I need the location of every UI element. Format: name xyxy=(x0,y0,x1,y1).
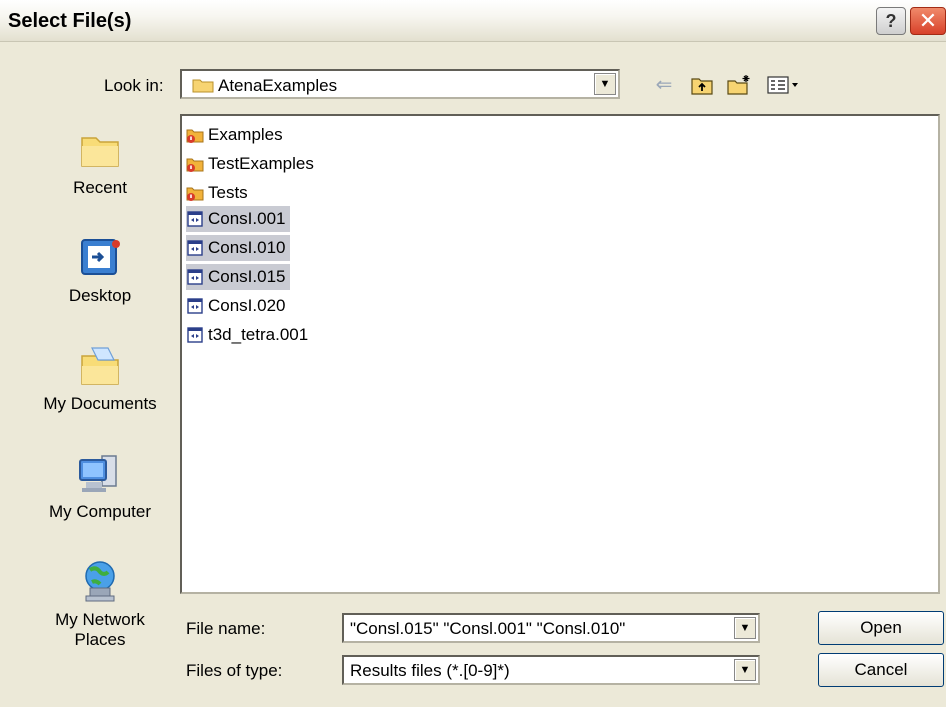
list-item[interactable]: ConsI.015 xyxy=(186,264,290,290)
list-item[interactable]: ConsI.020 xyxy=(186,293,290,319)
file-name-field[interactable]: "Consl.015" "Consl.001" "Consl.010" ▼ xyxy=(342,613,760,643)
result-file-icon xyxy=(187,240,203,256)
look-in-dropdown[interactable]: AtenaExamples ▼ xyxy=(180,69,620,99)
my-documents-icon xyxy=(81,347,119,385)
my-computer-icon xyxy=(79,455,117,492)
window-title: Select File(s) xyxy=(8,10,132,32)
file-type-value: Results files (*.[0-9]*) xyxy=(350,661,510,680)
file-name: t3d_tetra.001 xyxy=(208,325,309,344)
close-icon: ✕ xyxy=(918,8,938,33)
back-arrow-icon[interactable]: ⇐ xyxy=(652,74,676,96)
cancel-button[interactable]: Cancel xyxy=(818,653,944,687)
result-file-icon xyxy=(187,298,203,314)
list-item[interactable]: Examples xyxy=(186,122,287,148)
file-name-value: "Consl.015" "Consl.001" "Consl.010" xyxy=(350,619,626,638)
list-item[interactable]: TestExamples xyxy=(186,151,318,177)
up-folder-icon[interactable] xyxy=(690,74,714,96)
file-name: ConsI.010 xyxy=(208,238,286,257)
file-type-label: Files of type: xyxy=(186,661,283,680)
place-label: Recent xyxy=(73,178,127,197)
place-recent[interactable]: Recent xyxy=(30,126,170,198)
place-label: My Documents xyxy=(43,394,157,413)
look-in-value: AtenaExamples xyxy=(218,76,338,95)
result-file-icon xyxy=(187,211,203,227)
list-item[interactable]: ConsI.010 xyxy=(186,235,290,261)
chevron-down-icon[interactable]: ▼ xyxy=(734,617,756,639)
place-label: My Network Places xyxy=(55,610,145,649)
place-my-documents[interactable]: My Documents xyxy=(30,342,170,414)
file-type-dropdown[interactable]: Results files (*.[0-9]*) ▼ xyxy=(342,655,760,685)
look-in-label: Look in: xyxy=(104,76,164,95)
list-item[interactable]: ConsI.001 xyxy=(186,206,290,232)
new-folder-icon[interactable] xyxy=(726,74,752,96)
recent-folder-icon xyxy=(81,137,119,167)
desktop-icon xyxy=(81,239,120,275)
file-name: ConsI.001 xyxy=(208,209,286,228)
network-places-icon xyxy=(85,561,115,602)
chevron-down-icon[interactable]: ▼ xyxy=(734,659,756,681)
shared-folder-icon xyxy=(186,129,204,143)
place-desktop[interactable]: Desktop xyxy=(30,234,170,306)
help-icon: ? xyxy=(885,11,897,31)
place-label: Desktop xyxy=(68,286,132,305)
list-item[interactable]: t3d_tetra.001 xyxy=(186,322,312,348)
open-button[interactable]: Open xyxy=(818,611,944,645)
title-bar: Select File(s) ? ✕ xyxy=(0,0,946,42)
close-button[interactable]: ✕ xyxy=(910,7,946,35)
file-name: ConsI.020 xyxy=(208,296,286,315)
result-file-icon xyxy=(187,327,203,343)
file-list[interactable]: Examples TestExamples Tests ConsI.001 Co… xyxy=(180,114,940,594)
place-my-computer[interactable]: My Computer xyxy=(30,450,170,522)
file-name: Examples xyxy=(208,125,283,144)
shared-folder-icon xyxy=(186,187,204,201)
list-item[interactable]: Tests xyxy=(186,180,252,206)
place-my-network-places[interactable]: My Network Places xyxy=(30,558,170,650)
file-name-label: File name: xyxy=(186,619,266,638)
file-name: Tests xyxy=(208,183,248,202)
file-name: TestExamples xyxy=(208,154,314,173)
result-file-icon xyxy=(187,269,203,285)
chevron-down-icon[interactable]: ▼ xyxy=(594,73,616,95)
place-label: My Computer xyxy=(48,502,152,521)
file-name: ConsI.015 xyxy=(208,267,286,286)
shared-folder-icon xyxy=(186,158,204,172)
folder-icon xyxy=(192,79,214,93)
view-menu-icon[interactable] xyxy=(766,74,802,96)
help-button[interactable]: ? xyxy=(876,7,906,35)
